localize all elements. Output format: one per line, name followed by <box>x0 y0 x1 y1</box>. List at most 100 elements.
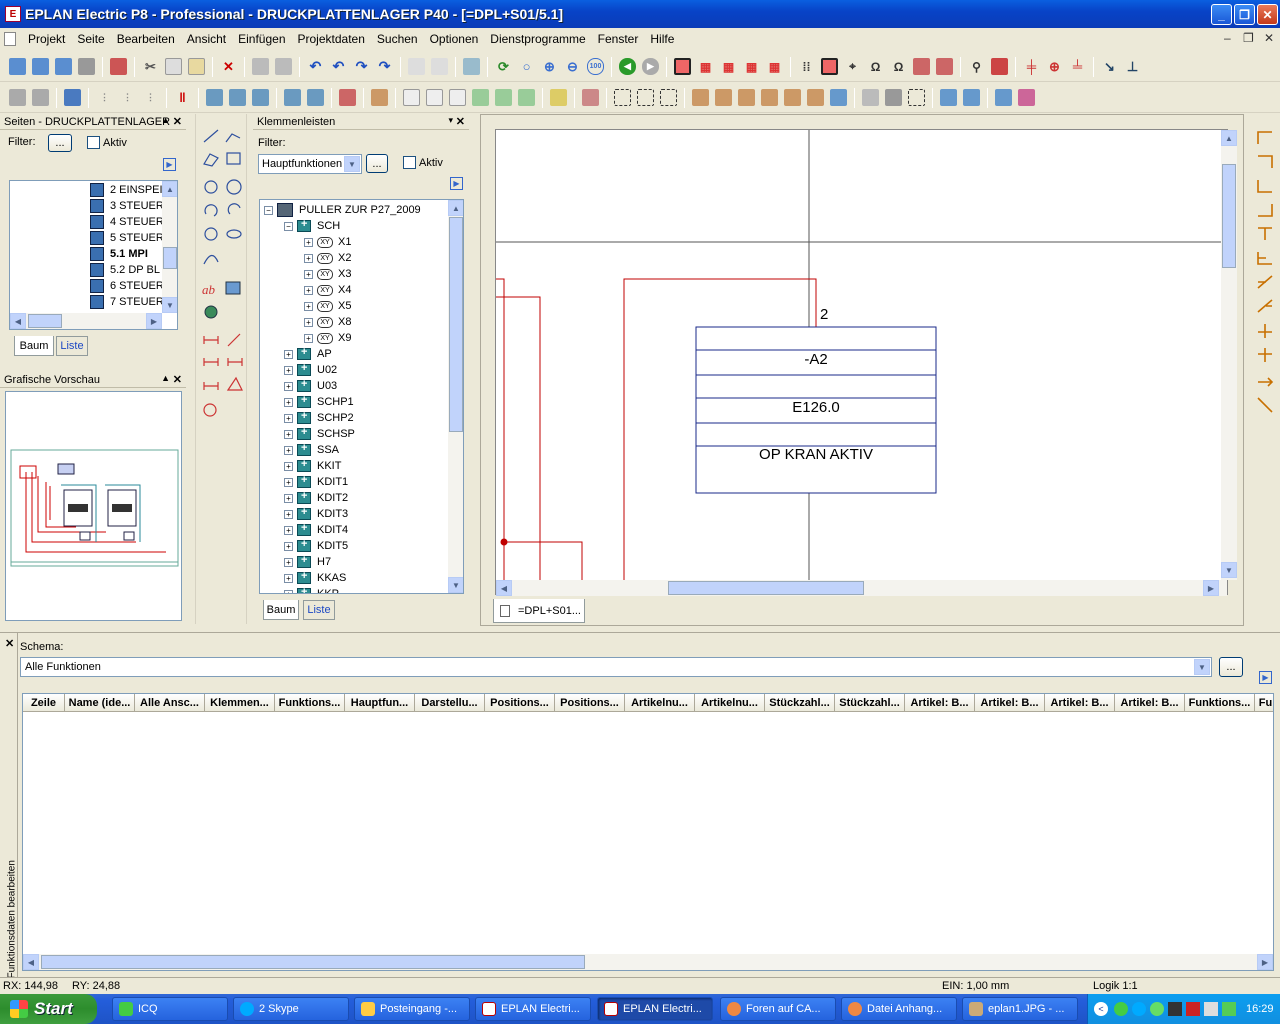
tree-group[interactable]: + AP <box>284 346 332 362</box>
grid-column-header[interactable]: Positions... <box>555 694 625 712</box>
menu-einfuegen[interactable]: Einfügen <box>232 32 291 46</box>
undo-list-icon[interactable]: ↶ <box>330 58 347 75</box>
start-button[interactable]: Start <box>0 994 97 1024</box>
cut-icon[interactable]: ✂ <box>142 58 159 75</box>
tb2-w-icon[interactable] <box>614 89 631 106</box>
expand-icon[interactable]: + <box>284 525 293 535</box>
drawing-vscroll[interactable]: ▲ ▼ <box>1221 130 1237 580</box>
new-project-icon[interactable] <box>9 58 26 75</box>
scroll-thumb[interactable] <box>449 217 463 432</box>
tray-connection-icon[interactable] <box>1222 1002 1236 1016</box>
menu-ansicht[interactable]: Ansicht <box>181 32 232 46</box>
tree-group[interactable]: + KKP <box>284 586 339 593</box>
maximize-button[interactable]: ❐ <box>1234 4 1255 25</box>
drawing-tab[interactable]: =DPL+S01... <box>493 599 585 623</box>
scroll-thumb[interactable] <box>668 581 864 595</box>
panel-collapse-icon[interactable]: ▾ <box>448 115 453 126</box>
scroll-left-icon[interactable]: ◀ <box>23 954 39 970</box>
scroll-thumb[interactable] <box>1222 164 1236 268</box>
tree-group[interactable]: + U03 <box>284 378 337 394</box>
tb2-f-icon[interactable]: ⋮ <box>142 89 159 106</box>
tb2-a-icon[interactable] <box>9 89 26 106</box>
tb2-b-icon[interactable] <box>32 89 49 106</box>
expand-icon[interactable]: + <box>284 493 293 503</box>
grid-column-header[interactable]: Fu <box>1255 694 1273 712</box>
tb2-aj-icon[interactable] <box>940 89 957 106</box>
scroll-thumb[interactable] <box>28 314 62 328</box>
tree-group[interactable]: + KDIT4 <box>284 522 348 538</box>
page-tree-item[interactable]: 3 STEUER <box>90 198 164 214</box>
schema-select[interactable]: Alle Funktionen ▼ <box>20 657 1212 677</box>
open-project-icon[interactable] <box>32 58 49 75</box>
expand-icon[interactable]: + <box>284 509 293 519</box>
expand-icon[interactable]: + <box>304 285 313 295</box>
tree-group-sch[interactable]: − SCH <box>284 218 340 234</box>
tray-collapse-icon[interactable]: < <box>1094 1002 1108 1016</box>
scroll-up-icon[interactable]: ▲ <box>1221 130 1237 146</box>
refresh-icon[interactable]: ⟳ <box>495 58 512 75</box>
task-eplan-2[interactable]: EPLAN Electri... <box>597 997 713 1021</box>
tree-group[interactable]: + SSA <box>284 442 339 458</box>
preview-panel-close-icon[interactable]: ✕ <box>173 373 182 386</box>
zoom-out-icon[interactable]: ⊖ <box>564 58 581 75</box>
task-posteingang[interactable]: Posteingang -... <box>354 997 470 1021</box>
expand-icon[interactable]: ▶ <box>450 177 463 190</box>
snap-grid-icon[interactable] <box>674 58 691 75</box>
tb2-ad-icon[interactable] <box>784 89 801 106</box>
tree-group[interactable]: + SCHSP <box>284 426 355 442</box>
disconnect-icon[interactable] <box>275 58 292 75</box>
expand-icon[interactable]: + <box>304 301 313 311</box>
tray-clock[interactable]: 16:29 <box>1246 1003 1274 1015</box>
insert-b-icon[interactable]: ⊕ <box>1046 58 1063 75</box>
terminal-aktiv-checkbox[interactable]: Aktiv <box>403 156 443 169</box>
tb2-m-icon[interactable] <box>339 89 356 106</box>
menu-projektdaten[interactable]: Projektdaten <box>292 32 371 46</box>
tb2-k-icon[interactable] <box>284 89 301 106</box>
tree-terminal-strip[interactable]: + XY X9 <box>304 330 351 346</box>
tb2-t-icon[interactable] <box>518 89 535 106</box>
scroll-thumb[interactable] <box>163 247 177 269</box>
terminal-filter-select[interactable]: Hauptfunktionen ▼ <box>258 154 362 174</box>
grid-column-header[interactable]: Alle Ansc... <box>135 694 205 712</box>
page-tree-item[interactable]: 5.1 MPI <box>90 246 148 262</box>
scroll-up-icon[interactable]: ▲ <box>162 181 177 197</box>
tab-liste[interactable]: Liste <box>56 336 88 356</box>
grid-column-header[interactable]: Darstellu... <box>415 694 485 712</box>
menu-hilfe[interactable]: Hilfe <box>644 32 680 46</box>
tree-group[interactable]: + H7 <box>284 554 331 570</box>
insert-a-icon[interactable]: ╪ <box>1023 58 1040 75</box>
tree-terminal-strip[interactable]: + XY X8 <box>304 314 351 330</box>
grid-c-icon[interactable]: ▦ <box>743 58 760 75</box>
table-icon[interactable] <box>431 58 448 75</box>
grid-column-header[interactable]: Artikelnu... <box>625 694 695 712</box>
page-tree-item[interactable]: 4 STEUER <box>90 214 164 230</box>
pages-hscroll[interactable]: ◀ ▶ <box>10 313 162 329</box>
checkbox-box[interactable] <box>403 156 416 169</box>
chevron-down-icon[interactable]: ▼ <box>344 156 360 172</box>
tb2-g-icon[interactable]: ‖ <box>174 89 191 106</box>
expand-icon[interactable]: + <box>284 413 293 423</box>
task-skype[interactable]: 2 Skype <box>233 997 349 1021</box>
scroll-thumb[interactable] <box>41 955 585 969</box>
redo-icon[interactable]: ↷ <box>353 58 370 75</box>
tb2-x-icon[interactable] <box>637 89 654 106</box>
mdi-minimize-icon[interactable]: – <box>1224 31 1231 45</box>
tb2-y-icon[interactable] <box>660 89 677 106</box>
terminal-filter-button[interactable]: ... <box>366 154 388 173</box>
tb2-ab-icon[interactable] <box>738 89 755 106</box>
page-tree-item[interactable]: 7 STEUER <box>90 294 164 310</box>
tab-baum[interactable]: Baum <box>263 600 299 620</box>
check-icon[interactable] <box>408 58 425 75</box>
tree-group[interactable]: + KDIT2 <box>284 490 348 506</box>
tree-terminal-strip[interactable]: + XY X5 <box>304 298 351 314</box>
expand-icon[interactable]: + <box>284 461 293 471</box>
scroll-right-icon[interactable]: ▶ <box>1203 580 1219 596</box>
expand-icon[interactable]: + <box>284 445 293 455</box>
scroll-down-icon[interactable]: ▼ <box>1221 562 1237 578</box>
schema-button[interactable]: ... <box>1219 657 1243 677</box>
tb2-h-icon[interactable] <box>206 89 223 106</box>
grid-column-header[interactable]: Artikel: B... <box>905 694 975 712</box>
task-icq[interactable]: ICQ <box>112 997 228 1021</box>
expand-icon[interactable]: + <box>284 477 293 487</box>
redo-list-icon[interactable]: ↷ <box>376 58 393 75</box>
